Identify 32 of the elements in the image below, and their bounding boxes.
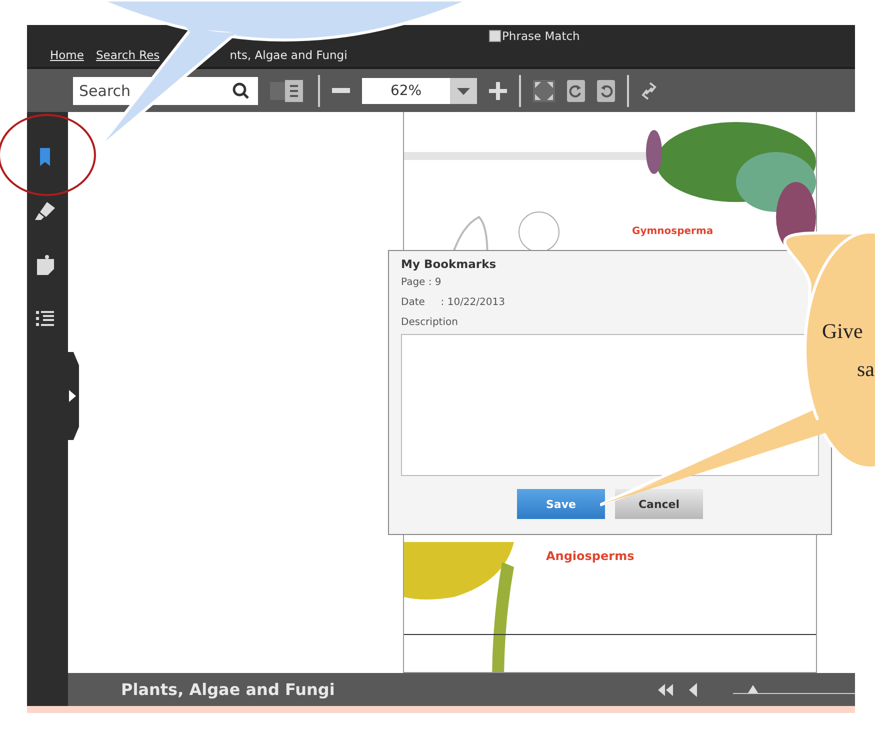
previous-page-icon[interactable] xyxy=(689,682,697,696)
breadcrumb-item: nts, Algae and Fungi xyxy=(230,48,348,62)
search-icon[interactable] xyxy=(232,82,250,100)
zoom-out-icon[interactable] xyxy=(332,88,350,94)
dropdown-icon[interactable] xyxy=(450,78,477,104)
expand-arrow-icon[interactable] xyxy=(68,390,76,402)
sidebar-expand-tab[interactable] xyxy=(65,352,79,440)
dialog-title: My Bookmarks xyxy=(401,257,498,271)
description-field[interactable] xyxy=(401,334,819,476)
breadcrumb-link[interactable]: Home xyxy=(50,48,84,62)
callout-text: sa xyxy=(856,356,874,383)
note-icon[interactable] xyxy=(34,254,56,276)
fullscreen-icon[interactable] xyxy=(533,80,555,102)
breadcrumb-link[interactable]: Search Res xyxy=(96,48,160,62)
description-label: Description xyxy=(401,317,459,328)
link-icon[interactable] xyxy=(641,80,657,100)
phrase-match-checkbox[interactable]: Phrase Match xyxy=(489,29,580,43)
cancel-button[interactable]: Cancel xyxy=(615,489,703,519)
rotate-icon[interactable] xyxy=(567,80,585,102)
bookmark-info: Date : 10/22/2013 xyxy=(401,297,506,308)
thumbnails-icon[interactable] xyxy=(270,80,306,102)
slider-thumb[interactable] xyxy=(748,684,758,692)
callout-text: Give xyxy=(822,318,864,345)
page-heading: Angiosperms xyxy=(546,549,634,563)
first-page-icon[interactable] xyxy=(657,684,673,696)
zoom-in-icon[interactable] xyxy=(489,82,507,100)
zoom-field[interactable]: 62% xyxy=(362,78,450,104)
book-title: Plants, Algae and Fungi xyxy=(121,680,336,699)
page-heading: Gymnosperma xyxy=(632,226,714,237)
highlighter-icon[interactable] xyxy=(34,200,56,222)
bookmark-info: Page : 9 xyxy=(401,277,442,288)
rotate-icon[interactable] xyxy=(597,80,615,102)
